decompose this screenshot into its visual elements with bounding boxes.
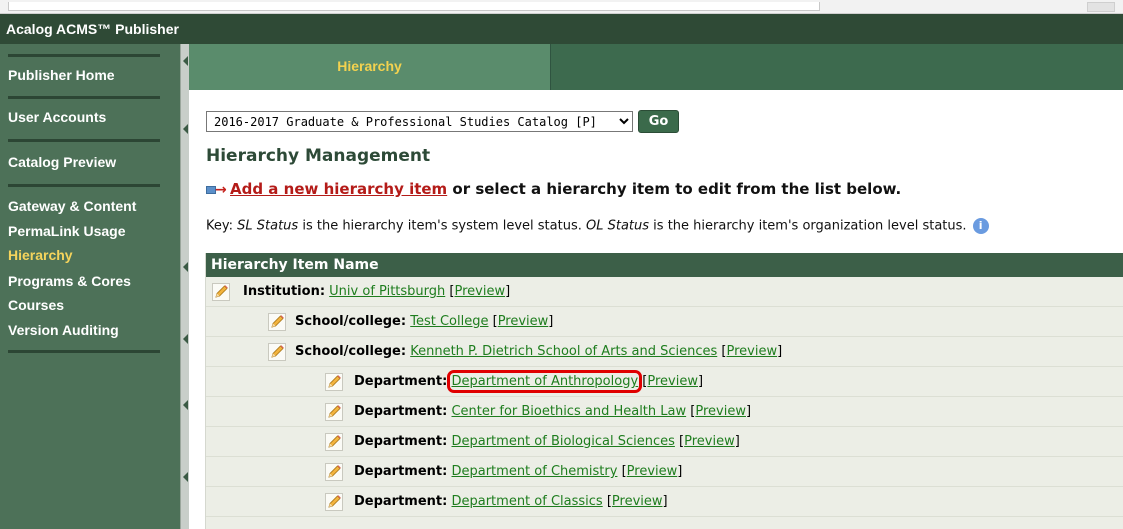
collapse-arrow-icon[interactable] [183,56,188,66]
edit-pencil-icon[interactable] [325,433,343,451]
sidebar-item-catalog-preview[interactable]: Catalog Preview [8,154,116,170]
item-name-link[interactable]: Univ of Pittsburgh [329,284,445,299]
preview-link[interactable]: Preview [684,434,735,449]
preview-link[interactable]: Preview [695,404,746,419]
column-header-hierarchy-item-name: Hierarchy Item Name [206,253,1123,277]
add-hierarchy-item-link[interactable]: Add a new hierarchy item [230,180,447,198]
table-row: Department: Department of Chemistry [Pre… [206,457,1123,487]
collapse-arrow-icon[interactable] [183,472,188,482]
sidebar-divider [8,139,160,142]
item-type-label: Institution: [243,284,326,299]
edit-pencil-icon[interactable] [212,283,230,301]
app-title: Acalog ACMS™ Publisher [6,21,179,37]
ol-status-term: OL Status [586,218,650,234]
add-item-icon[interactable]: → [206,182,228,198]
item-name-link[interactable]: Department of Anthropology [447,370,643,393]
preview-link[interactable]: Preview [726,344,777,359]
edit-pencil-icon[interactable] [268,313,286,331]
item-type-label: Department: [354,404,448,419]
item-name-link[interactable]: Kenneth P. Dietrich School of Arts and S… [410,344,717,359]
sidebar-item-hierarchy[interactable]: Hierarchy [8,247,73,263]
app-title-bar: Acalog ACMS™ Publisher [0,14,1123,44]
sidebar-item-permalink-usage[interactable]: PermaLink Usage [8,223,126,239]
edit-pencil-icon[interactable] [325,493,343,511]
collapse-arrow-icon[interactable] [183,400,188,410]
catalog-select[interactable]: 2016-2017 Graduate & Professional Studie… [206,111,633,132]
table-row: School/college: Test College [Preview] [206,307,1123,337]
sidebar-divider [8,54,160,57]
table-row: Department: Department of Biological Sci… [206,427,1123,457]
sidebar-item-version-auditing[interactable]: Version Auditing [8,322,119,338]
item-type-label: School/college: [295,314,407,329]
sidebar-item-publisher-home[interactable]: Publisher Home [8,67,115,83]
sidebar-item-user-accounts[interactable]: User Accounts [8,109,106,125]
item-type-label: Department: [354,374,448,389]
collapse-arrow-icon[interactable] [183,262,188,272]
item-name-link[interactable]: Center for Bioethics and Health Law [451,404,686,419]
tab-hierarchy[interactable]: Hierarchy [189,44,551,90]
browser-chrome [0,0,1123,14]
sidebar-splitter[interactable] [180,44,189,529]
page-title: Hierarchy Management [206,146,431,166]
sidebar-divider [8,350,160,353]
table-row: Department: Department of Classics [Prev… [206,487,1123,517]
sidebar-item-programs-cores[interactable]: Programs & Cores [8,273,131,289]
tab-bar: Hierarchy [189,44,1123,90]
info-icon[interactable]: i [972,218,989,234]
sidebar: Publisher Home User Accounts Catalog Pre… [0,44,180,529]
table-row: School/college: Kenneth P. Dietrich Scho… [206,337,1123,367]
item-name-link[interactable]: Department of Biological Sciences [451,434,674,449]
collapse-arrow-icon[interactable] [183,334,188,344]
item-name-link[interactable]: Department of Classics [451,494,602,509]
collapse-arrow-icon[interactable] [183,124,188,134]
sidebar-divider [8,184,160,187]
sidebar-item-gateway-content[interactable]: Gateway & Content [8,198,136,214]
item-type-label: Department: [354,434,448,449]
add-hierarchy-row: → Add a new hierarchy item or select a hi… [206,180,901,198]
item-type-label: School/college: [295,344,407,359]
item-name-link[interactable]: Test College [410,314,488,329]
hierarchy-table: Hierarchy Item Name Institution: Univ of… [205,253,1123,529]
item-name-link[interactable]: Department of Chemistry [451,464,617,479]
status-key: Key: SL Status is the hierarchy item's s… [206,218,989,234]
sidebar-item-courses[interactable]: Courses [8,297,64,313]
preview-link[interactable]: Preview [627,464,678,479]
item-type-label: Department: [354,494,448,509]
add-instruction-text: or select a hierarchy item to edit from … [447,180,902,198]
table-row: Department: Department of Anthropology [… [206,367,1123,397]
edit-pencil-icon[interactable] [268,343,286,361]
edit-pencil-icon[interactable] [325,373,343,391]
preview-link[interactable]: Preview [498,314,549,329]
edit-pencil-icon[interactable] [325,463,343,481]
edit-pencil-icon[interactable] [325,403,343,421]
item-type-label: Department: [354,464,448,479]
table-row: Institution: Univ of Pittsburgh [Preview… [206,277,1123,307]
preview-link[interactable]: Preview [454,284,505,299]
sl-status-term: SL Status [237,218,299,234]
address-bar[interactable] [8,2,820,11]
table-row: Department: Center for Bioethics and Hea… [206,397,1123,427]
sidebar-divider [8,96,160,99]
preview-link[interactable]: Preview [612,494,663,509]
preview-link[interactable]: Preview [647,374,698,389]
go-button[interactable]: Go [638,110,679,133]
browser-button[interactable] [1087,2,1115,12]
